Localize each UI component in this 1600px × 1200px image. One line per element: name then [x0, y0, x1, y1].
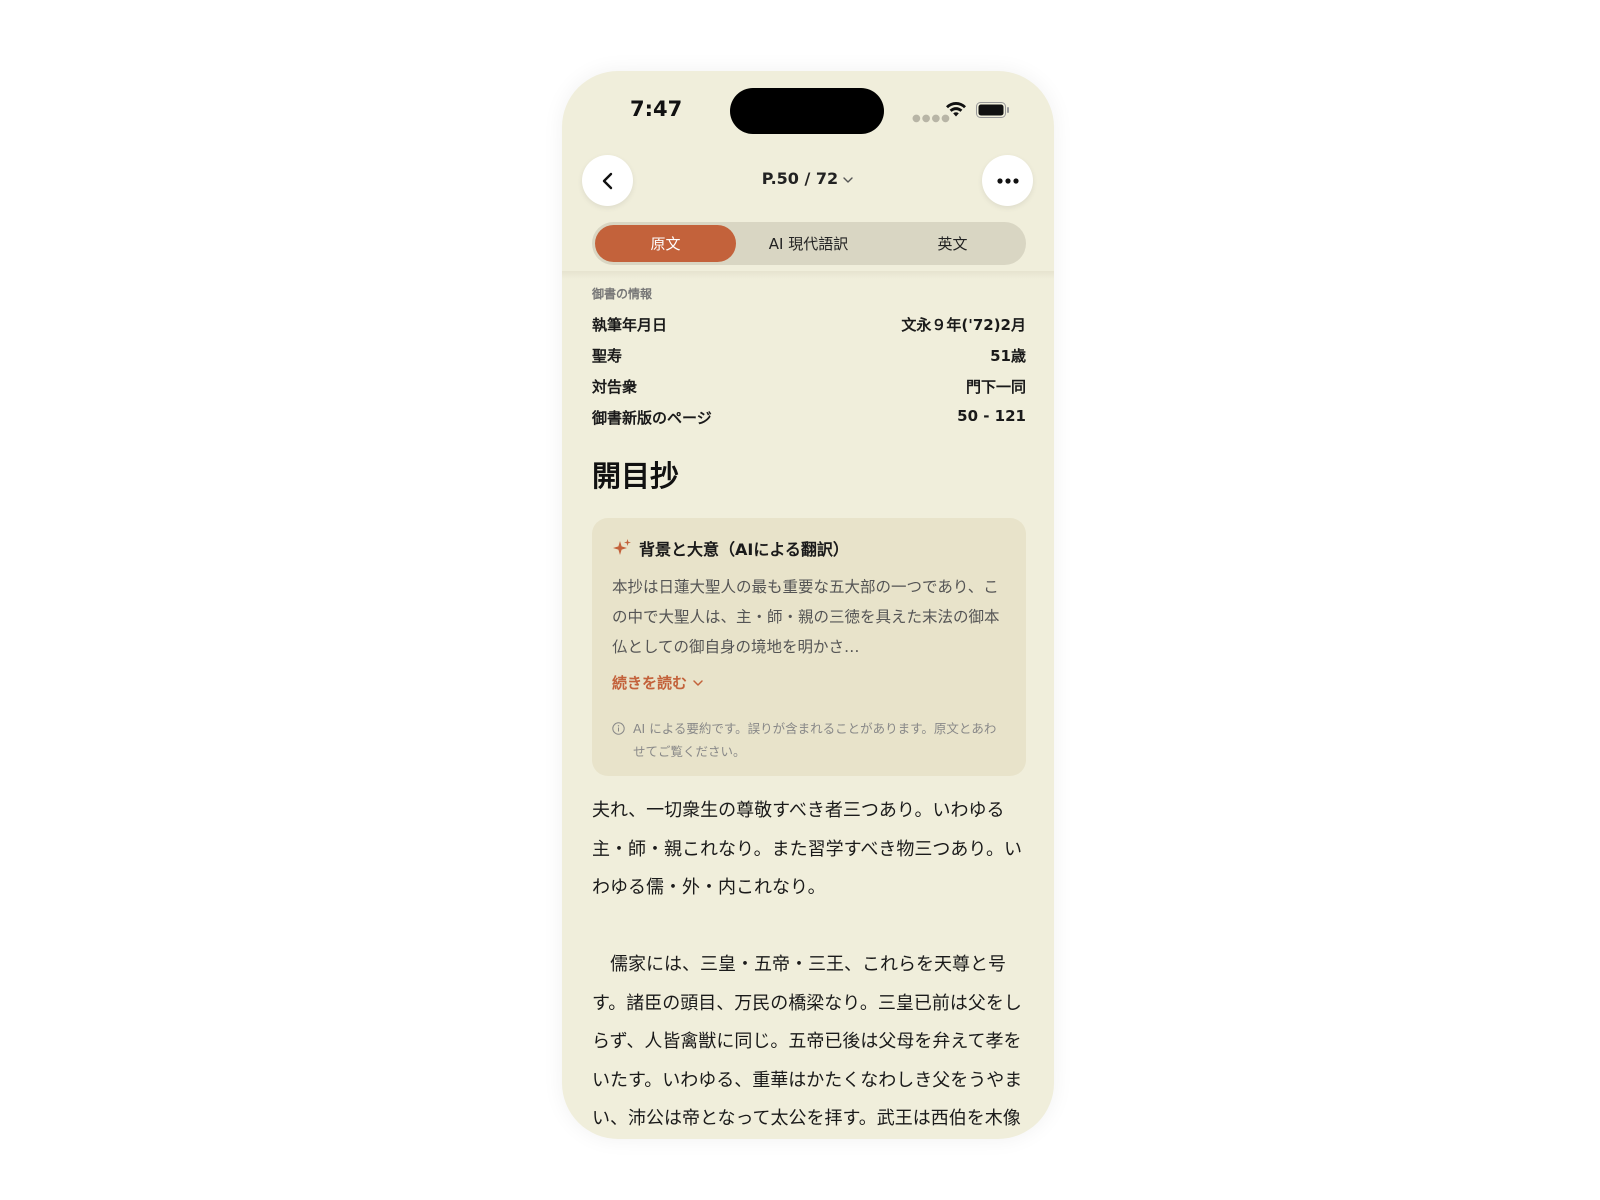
info-row: 対告衆 門下一同	[592, 376, 1026, 407]
more-options-button[interactable]	[982, 155, 1033, 206]
ai-summary-card: 背景と大意（AIによる翻訳） 本抄は日蓮大聖人の最も重要な五大部の一つであり、こ…	[592, 518, 1026, 776]
info-label: 執筆年月日	[592, 316, 668, 334]
info-value: 文永９年('72)2月	[901, 316, 1026, 334]
info-label: 対告衆	[592, 378, 638, 396]
ai-disclaimer-text: AI による要約です。誤りが含まれることがあります。原文とあわせてご覧ください。	[633, 721, 997, 759]
info-label: 聖寿	[592, 347, 623, 365]
phone-screen: 7:47 ●●●● P.50 / 72 原文 AI 現代語訳 英文 御書の情報 …	[562, 71, 1054, 1139]
ai-summary-body: 本抄は日蓮大聖人の最も重要な五大部の一つであり、この中で大聖人は、主・師・親の三…	[612, 578, 1000, 656]
original-paragraph: 儒家には、三皇・五帝・三王、これらを天尊と号す。諸臣の頭目、万民の橋梁なり。三皇…	[592, 954, 1023, 1129]
dynamic-island	[730, 88, 884, 134]
tab-ai-modern-translation[interactable]: AI 現代語訳	[738, 225, 879, 262]
info-value: 50 - 121	[957, 407, 1026, 425]
read-more-label: 続きを読む	[612, 674, 688, 692]
info-row: 御書新版のページ 50 - 121	[592, 407, 1026, 438]
original-paragraph: 夫れ、一切衆生の尊敬すべき者三つあり。いわゆる主・師・親これなり。また習学すべき…	[592, 800, 1023, 898]
view-mode-tabs: 原文 AI 現代語訳 英文	[592, 222, 1026, 265]
chevron-down-icon	[843, 176, 853, 183]
info-icon	[612, 722, 625, 735]
wifi-icon	[946, 101, 966, 117]
header-shadow	[562, 271, 1054, 279]
document-title: 開目抄	[592, 459, 680, 493]
ai-summary-heading: 背景と大意（AIによる翻訳）	[639, 540, 849, 559]
ai-summary-header: 背景と大意（AIによる翻訳）	[612, 536, 1006, 560]
info-value: 門下一同	[965, 378, 1026, 396]
info-label: 御書新版のページ	[592, 409, 712, 427]
tab-english[interactable]: 英文	[882, 225, 1023, 262]
chevron-down-icon	[693, 679, 703, 686]
page-selector[interactable]: P.50 / 72	[562, 169, 1054, 188]
read-more-button[interactable]: 続きを読む	[612, 672, 1006, 693]
battery-icon	[976, 102, 1009, 118]
page-indicator-label: P.50 / 72	[761, 169, 839, 188]
ellipsis-icon	[996, 177, 1019, 184]
tab-original[interactable]: 原文	[595, 225, 736, 262]
sparkle-icon	[613, 539, 631, 555]
info-value: 51歳	[990, 347, 1026, 365]
info-caption: 御書の情報	[592, 287, 653, 301]
top-bar: P.50 / 72	[562, 155, 1054, 207]
info-row: 聖寿 51歳	[592, 345, 1026, 376]
main-content: 御書の情報 執筆年月日 文永９年('72)2月 聖寿 51歳 対告衆 門下一同 …	[592, 285, 1026, 1139]
original-text: 夫れ、一切衆生の尊敬すべき者三つあり。いわゆる主・師・親これなり。また習学すべき…	[592, 792, 1026, 1139]
ai-disclaimer: AI による要約です。誤りが含まれることがあります。原文とあわせてご覧ください。	[612, 717, 1006, 763]
status-bar: 7:47 ●●●●	[562, 71, 1054, 151]
info-row: 執筆年月日 文永９年('72)2月	[592, 314, 1026, 345]
status-time: 7:47	[630, 97, 683, 121]
